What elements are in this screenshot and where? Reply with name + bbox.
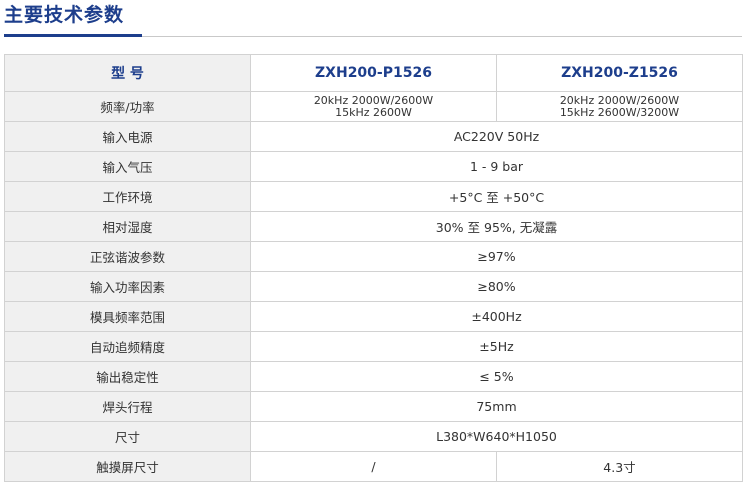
table-row: 尺寸 L380*W640*H1050	[4, 421, 743, 452]
row-label: 尺寸	[4, 421, 251, 452]
row-label: 输入电源	[4, 121, 251, 152]
freq-power-a: 20kHz 2000W/2600W 15kHz 2600W	[250, 91, 497, 122]
table-row: 焊头行程 75mm	[4, 391, 743, 422]
table-row: 相对湿度 30% 至 95%, 无凝露	[4, 211, 743, 242]
row-value: ≥80%	[250, 271, 743, 302]
table-row: 输入功率因素 ≥80%	[4, 271, 743, 302]
row-value: ±400Hz	[250, 301, 743, 332]
freq-power-a-line2: 15kHz 2600W	[335, 105, 412, 119]
table-row: 输入气压 1 - 9 bar	[4, 151, 743, 182]
touch-value-b: 4.3寸	[496, 451, 743, 482]
row-label: 工作环境	[4, 181, 251, 212]
row-value: 30% 至 95%, 无凝露	[250, 211, 743, 242]
row-label: 模具频率范围	[4, 301, 251, 332]
title-accent-bar	[4, 34, 142, 37]
row-value: ≥97%	[250, 241, 743, 272]
freq-power-b-line2: 15kHz 2600W/3200W	[559, 105, 680, 119]
row-value: 1 - 9 bar	[250, 151, 743, 182]
table-row: 输出稳定性 ≤ 5%	[4, 361, 743, 392]
row-value: ±5Hz	[250, 331, 743, 362]
row-value: AC220V 50Hz	[250, 121, 743, 152]
row-label: 正弦谐波参数	[4, 241, 251, 272]
table-row: 频率/功率 20kHz 2000W/2600W 15kHz 2600W 20kH…	[4, 91, 743, 122]
row-label: 输入功率因素	[4, 271, 251, 302]
row-value: ≤ 5%	[250, 361, 743, 392]
freq-power-b: 20kHz 2000W/2600W 15kHz 2600W/3200W	[496, 91, 743, 122]
row-label: 相对湿度	[4, 211, 251, 242]
section-title: 主要技术参数	[4, 4, 125, 26]
table-row: 输入电源 AC220V 50Hz	[4, 121, 743, 152]
header-label: 型 号	[4, 54, 251, 92]
table-header-row: 型 号 ZXH200-P1526 ZXH200-Z1526	[4, 54, 743, 92]
freq-power-a-line1: 20kHz 2000W/2600W	[313, 93, 434, 107]
table-row: 触摸屏尺寸 / 4.3寸	[4, 451, 743, 482]
row-label: 自动追频精度	[4, 331, 251, 362]
row-label: 触摸屏尺寸	[4, 451, 251, 482]
touch-value-a: /	[250, 451, 497, 482]
row-value: +5°C 至 +50°C	[250, 181, 743, 212]
header-model-a: ZXH200-P1526	[250, 54, 497, 92]
table-row: 正弦谐波参数 ≥97%	[4, 241, 743, 272]
freq-power-b-line1: 20kHz 2000W/2600W	[559, 93, 680, 107]
row-label: 焊头行程	[4, 391, 251, 422]
table-row: 工作环境 +5°C 至 +50°C	[4, 181, 743, 212]
header-model-b: ZXH200-Z1526	[496, 54, 743, 92]
table-row: 自动追频精度 ±5Hz	[4, 331, 743, 362]
row-value: 75mm	[250, 391, 743, 422]
row-label: 输出稳定性	[4, 361, 251, 392]
row-label: 频率/功率	[4, 91, 251, 122]
row-label: 输入气压	[4, 151, 251, 182]
row-value: L380*W640*H1050	[250, 421, 743, 452]
table-row: 模具频率范围 ±400Hz	[4, 301, 743, 332]
spec-table: 型 号 ZXH200-P1526 ZXH200-Z1526 频率/功率 20kH…	[4, 54, 743, 482]
